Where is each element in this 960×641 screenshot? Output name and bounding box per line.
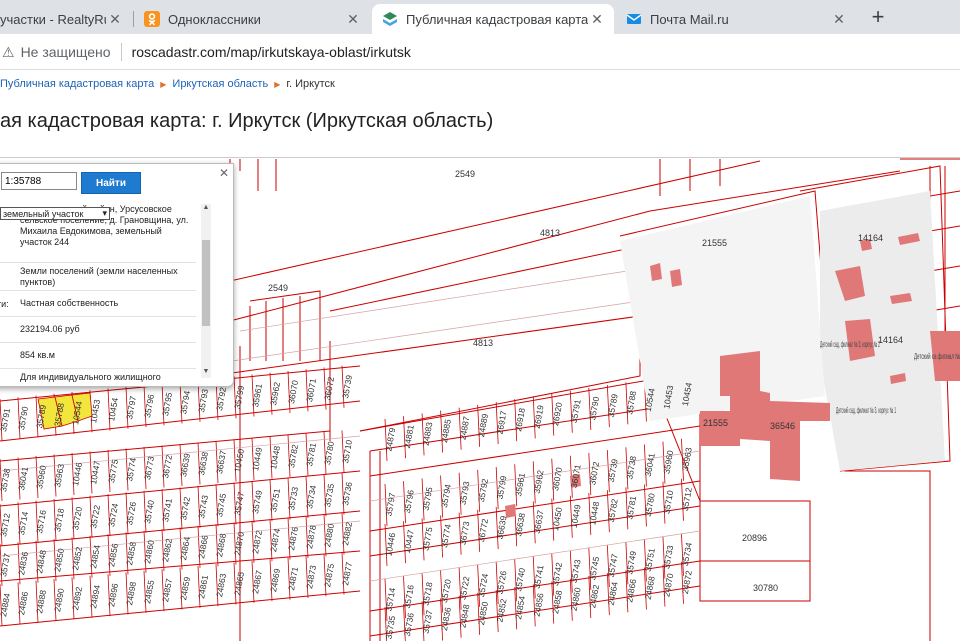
cadastral-cost-value: 232194.06 руб: [20, 324, 80, 334]
select-value: земельный участок: [3, 208, 84, 219]
odnoklassniki-icon: [144, 11, 160, 27]
map-label: 21555: [702, 238, 727, 248]
map-label: 2549: [268, 283, 288, 293]
page-title: ая кадастровая карта: г. Иркутск (Иркутс…: [0, 110, 494, 132]
info-row-cost: 232194.06 руб: [0, 318, 196, 343]
map-label: 4813: [540, 228, 560, 238]
parcel-info: муниципальный район, Урсусовское сельско…: [0, 202, 198, 382]
ownership-value: Частная собственность: [20, 298, 119, 308]
close-icon[interactable]: ✕: [344, 11, 362, 28]
usage-value: Для индивидуального жилищного: [20, 372, 161, 382]
mail-icon: [626, 11, 642, 27]
cadastral-logo-icon: [382, 11, 398, 27]
new-tab-plus-icon[interactable]: +: [866, 6, 890, 30]
land-category-value: Земли поселений (земли населенных пункто…: [20, 266, 178, 287]
tab-title: участки - RealtyRule: [0, 11, 106, 27]
parcel-number[interactable]: 24884: [0, 592, 12, 617]
cadastral-number-input[interactable]: [1, 172, 77, 190]
scroll-thumb[interactable]: [202, 240, 210, 326]
arrow-right-icon: ▶: [274, 80, 281, 89]
tab-title: Почта Mail.ru: [650, 11, 729, 27]
close-icon[interactable]: ✕: [830, 11, 848, 28]
map-label: 14164: [878, 335, 903, 345]
kindergarten-label: Детский сад, филиал № 3, корпус № 2: [820, 340, 880, 349]
map-label: 21555: [703, 418, 728, 428]
info-row-ownership: ти: Частная собственность: [0, 292, 196, 317]
parcel-number[interactable]: 35738: [0, 467, 12, 492]
breadcrumb-current: г. Иркутск: [286, 78, 335, 90]
find-button[interactable]: Найти: [81, 172, 141, 194]
search-popup: Найти ✕ муниципальный район, Урсусовское…: [0, 163, 234, 387]
parcel-number[interactable]: 35712: [0, 512, 12, 537]
area-value: 854 кв.м: [20, 350, 55, 360]
warning-icon[interactable]: ⚠: [2, 44, 15, 61]
info-row-area: 854 кв.м: [0, 344, 196, 369]
chevron-down-icon: ▾: [102, 208, 107, 218]
close-icon[interactable]: ✕: [219, 166, 229, 180]
map-label: 20896: [742, 533, 767, 543]
parcel-number[interactable]: 35737: [0, 552, 12, 577]
kindergarten-label: Детский са филиал №: [914, 352, 960, 361]
arrow-right-icon: ▶: [160, 80, 167, 89]
info-scrollbar[interactable]: ▲ ▼: [201, 204, 211, 378]
info-row-usage: Для индивидуального жилищного: [0, 370, 196, 382]
close-icon[interactable]: ✕: [106, 11, 124, 28]
breadcrumb-link-map[interactable]: Публичная кадастровая карта: [0, 78, 154, 90]
object-type-select[interactable]: земельный участок ▾: [0, 207, 110, 220]
map-label: 2549: [455, 169, 475, 179]
tab-realtyrule[interactable]: участки - RealtyRule ✕: [0, 4, 132, 34]
tab-odnoklassniki[interactable]: Одноклассники ✕: [134, 4, 370, 34]
kindergarten-label: Детский сад, филиал № 3, корпус № 1: [836, 406, 896, 415]
breadcrumb: Публичная кадастровая карта ▶ Иркутская об…: [0, 78, 335, 90]
breadcrumb-link-region[interactable]: Иркутская область: [172, 78, 268, 90]
info-row-category: Земли поселений (земли населенных пункто…: [0, 264, 196, 291]
map-label: 4813: [473, 338, 493, 348]
url-text[interactable]: roscadastr.com/map/irkutskaya-oblast/irk…: [132, 44, 411, 60]
tab-title: Публичная кадастровая карта: г: [406, 11, 588, 27]
tab-title: Одноклассники: [168, 11, 261, 27]
scroll-up-icon[interactable]: ▲: [201, 204, 211, 214]
tab-strip: участки - RealtyRule ✕ Одноклассники ✕ П…: [0, 0, 960, 34]
map-label: 14164: [858, 233, 883, 243]
tab-cadastral-map[interactable]: Публичная кадастровая карта: г ✕: [372, 4, 614, 34]
map-label: 30780: [753, 583, 778, 593]
address-bar[interactable]: ⚠ Не защищено roscadastr.com/map/irkutsk…: [0, 37, 960, 67]
scroll-down-icon[interactable]: ▼: [201, 368, 211, 378]
browser-toolbar: ⚠ Не защищено roscadastr.com/map/irkutsk…: [0, 34, 960, 70]
map-label: 36546: [770, 421, 795, 431]
parcel-number[interactable]: 35791: [0, 407, 12, 432]
close-icon[interactable]: ✕: [588, 11, 606, 28]
security-status[interactable]: Не защищено: [21, 44, 111, 60]
tab-mail[interactable]: Почта Mail.ru ✕: [616, 4, 856, 34]
